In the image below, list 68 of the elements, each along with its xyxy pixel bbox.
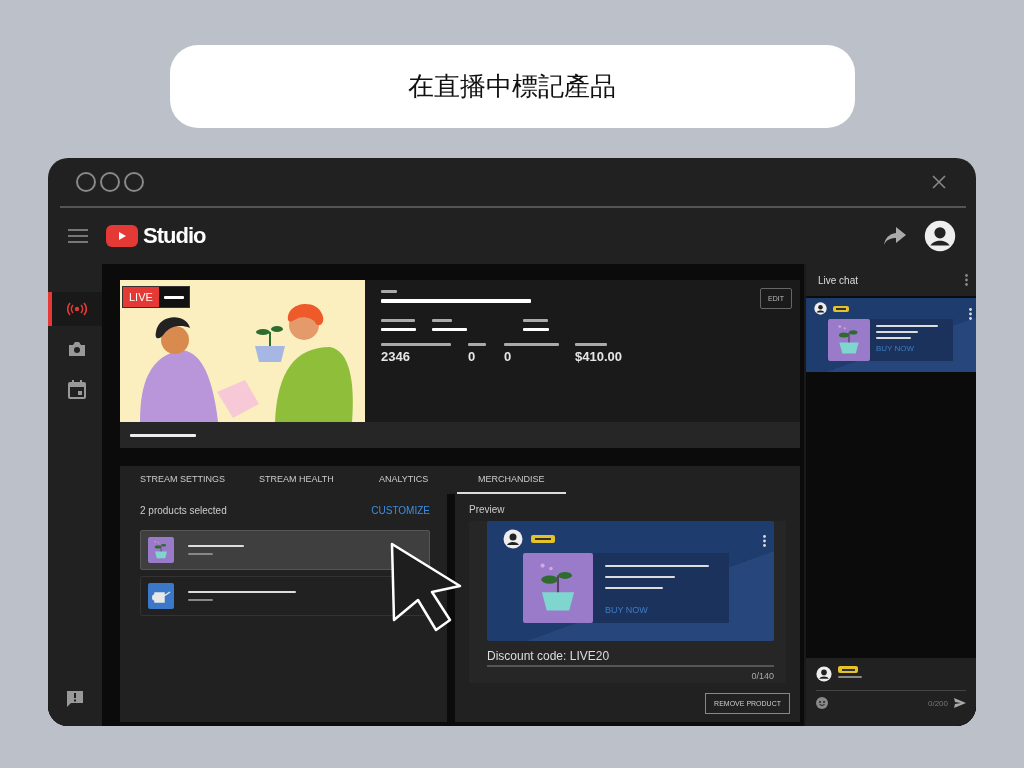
placeholder-line [605,576,675,578]
send-icon[interactable] [954,698,966,708]
feedback-icon[interactable] [66,690,84,708]
plant-pot-icon [828,319,870,361]
window-button[interactable] [100,172,120,192]
username-tag [838,666,858,673]
placeholder-line [575,343,607,346]
placeholder-line [523,328,549,331]
placeholder-line [504,343,559,346]
placeholder-line [523,319,548,322]
stat-value: 2346 [381,349,411,364]
broadcast-icon [67,302,87,316]
avatar-icon [816,666,832,682]
placeholder-line [876,325,938,327]
camera-icon [68,341,86,357]
tab[interactable]: STREAM SETTINGS [140,466,259,494]
banner-title: 在直播中標記產品 [408,70,616,103]
more-icon[interactable] [763,535,766,547]
placeholder-line [381,343,451,346]
avatar-icon [503,529,523,549]
username-tag [833,305,849,312]
avatar-icon [814,302,827,315]
stat-value: $410.00 [575,349,623,364]
window-button[interactable] [124,172,144,192]
placeholder-line [188,553,213,555]
avatar-icon[interactable] [924,220,956,252]
chat-title: Live chat [818,274,859,286]
placeholder-line [381,319,415,322]
placeholder-line [876,337,911,339]
username-tag [531,535,555,543]
more-icon[interactable] [969,308,972,320]
placeholder-line [432,319,452,322]
placeholder-line [130,433,196,437]
more-icon[interactable] [965,274,968,286]
sidebar-item[interactable] [48,292,102,326]
character-counter: 0/140 [750,671,774,681]
placeholder-line [876,331,918,333]
logo-text: Studio [143,223,206,249]
share-icon[interactable] [884,227,906,245]
placeholder-line [432,328,467,331]
plant-pot-icon [148,537,174,563]
placeholder-line [605,587,663,589]
calendar-icon [68,379,86,399]
placeholder-line [188,599,213,601]
close-icon[interactable] [932,175,946,189]
placeholder-line [381,290,397,293]
character-counter: 0/200 [927,698,948,708]
preview-title: Preview [469,504,506,515]
window-button[interactable] [76,172,96,192]
customize-link[interactable]: CUSTOMIZE [371,504,430,516]
menu-icon[interactable] [68,229,88,243]
products-summary: 2 products selected [140,504,227,516]
play-logo-icon [106,225,138,247]
emoji-icon[interactable] [816,697,828,709]
placeholder-line [838,676,862,678]
placeholder-line [163,295,184,299]
tab[interactable]: STREAM HEALTH [259,466,379,494]
watering-can-icon [148,583,174,609]
stat-value: 0 [504,349,513,364]
product-row[interactable] [140,530,430,570]
placeholder-line [381,328,416,331]
plant-pot-icon [523,553,593,623]
placeholder-line [468,343,486,346]
live-label: LIVE [123,287,159,307]
placeholder-line [188,545,244,547]
tab[interactable]: ANALYTICS [379,466,457,494]
stat-value: 0 [468,349,477,364]
discount-field[interactable]: Discount code: LIVE20 [487,649,774,667]
